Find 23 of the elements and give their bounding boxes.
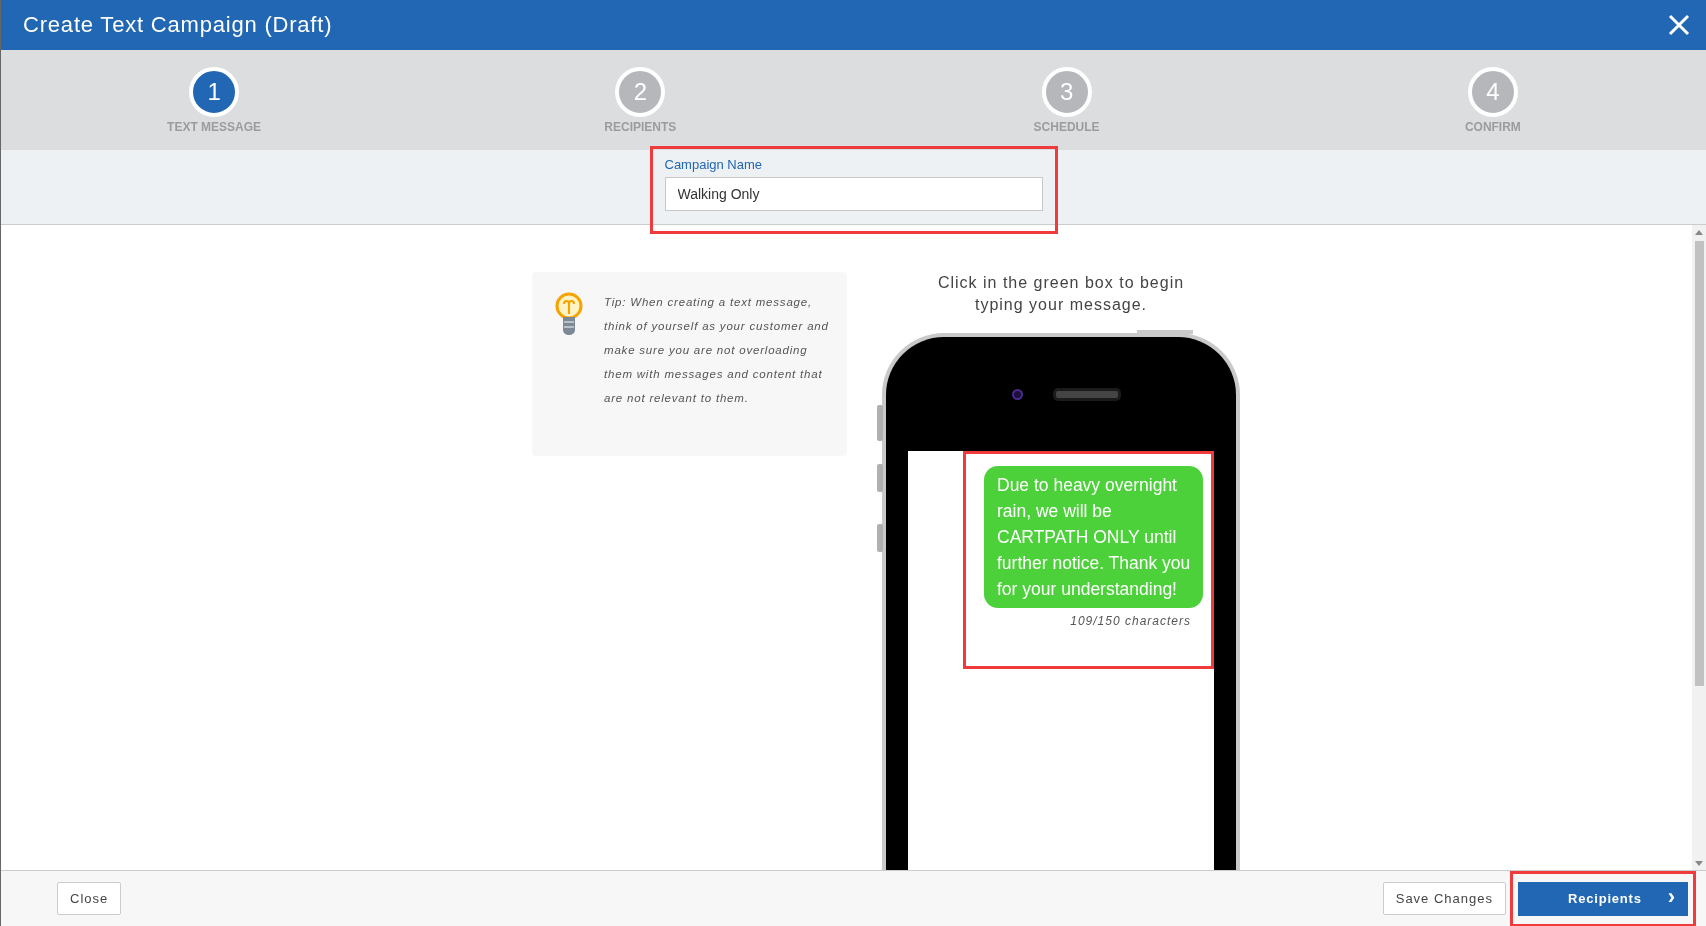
camera-icon (1011, 388, 1023, 400)
window-title: Create Text Campaign (Draft) (23, 12, 333, 38)
recipients-button[interactable]: Recipients › (1518, 881, 1688, 916)
phone-button-icon (877, 405, 883, 441)
step-label: RECIPIENTS (604, 120, 677, 134)
close-button[interactable] (1666, 12, 1692, 38)
phone-button-icon (877, 524, 883, 552)
tip-text: Tip: When creating a text message, think of yourself as your customer and make sure you are not overloading them with messages and content that are not relevant to them. (604, 295, 830, 406)
instruction-text: Click in the green box to begin typing your message. (936, 273, 1186, 315)
save-changes-button[interactable]: Save Changes (1382, 882, 1506, 915)
lightbulb-icon (554, 292, 584, 338)
speaker-icon (1052, 387, 1121, 401)
phone-button-icon (877, 464, 883, 492)
step-label: SCHEDULE (1033, 120, 1100, 134)
campaign-name-field[interactable]: Walking Only (664, 177, 1043, 211)
step-number[interactable]: 1 (189, 67, 240, 117)
field-label: Campaign Name (664, 157, 764, 172)
close-button[interactable]: Close (57, 882, 122, 915)
close-icon (1668, 14, 1690, 36)
step-label: TEXT MESSAGE (167, 120, 262, 134)
scrollbar[interactable] (1692, 225, 1706, 870)
step-label: CONFIRM (1464, 120, 1521, 134)
character-counter: 109/150 characters (1069, 614, 1192, 628)
